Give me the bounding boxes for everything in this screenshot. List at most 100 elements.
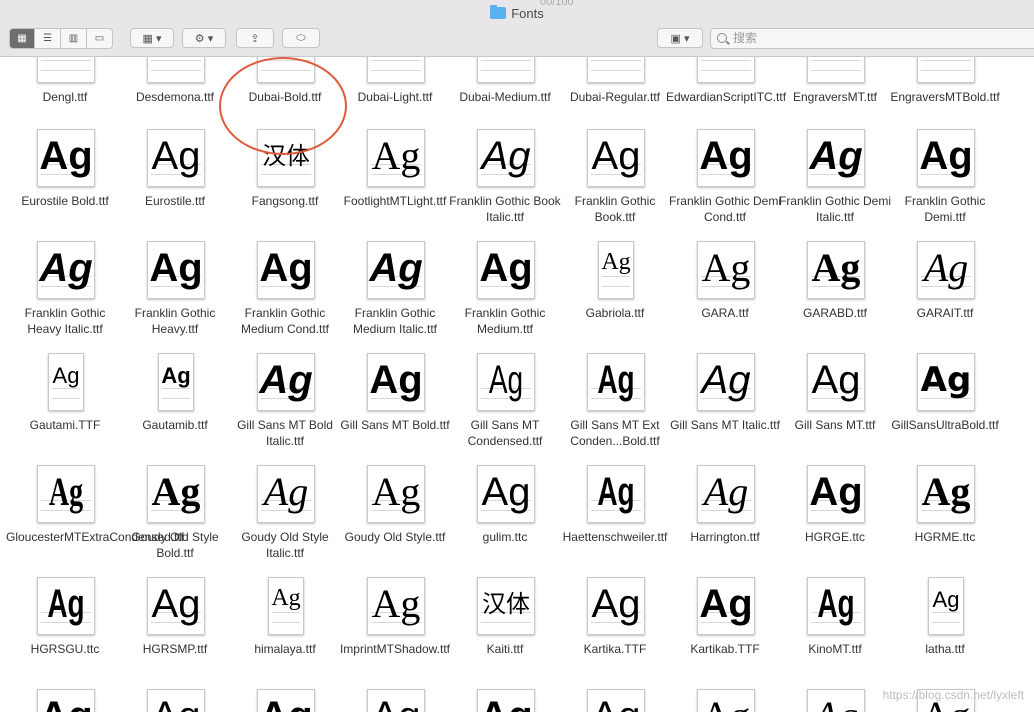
baseline-guide bbox=[371, 60, 421, 61]
font-preview-thumbnail: Ag bbox=[807, 577, 865, 635]
font-file-name: Kaiti.ttf bbox=[486, 642, 524, 656]
font-preview-thumbnail: Ag bbox=[147, 577, 205, 635]
font-preview-thumbnail: Ag bbox=[807, 689, 865, 712]
font-preview-glyph: Ag bbox=[259, 358, 313, 402]
font-preview-glyph: Ag bbox=[368, 690, 424, 712]
font-preview-thumbnail: Ag bbox=[367, 465, 425, 523]
font-file-name: Harrington.ttf bbox=[690, 530, 760, 544]
font-preview-glyph: Ag bbox=[259, 246, 313, 290]
group-button[interactable]: ▦ ▾ bbox=[130, 28, 174, 48]
view-switcher[interactable]: ▦ ☰ ▥ ▭ bbox=[9, 28, 113, 49]
font-preview-thumbnail: Ag bbox=[268, 577, 304, 635]
font-preview-thumbnail: Ag bbox=[917, 465, 975, 523]
font-preview-thumbnail: Ag bbox=[697, 353, 755, 411]
font-preview-thumbnail: Ag bbox=[917, 353, 975, 411]
font-preview-glyph: Ag bbox=[932, 587, 960, 612]
font-preview-glyph: Ag bbox=[39, 134, 93, 178]
font-preview-glyph: Ag bbox=[149, 246, 203, 290]
window-title: Fonts bbox=[0, 5, 1034, 21]
baseline-guide bbox=[261, 70, 311, 71]
font-preview-glyph: Ag bbox=[271, 585, 301, 611]
chevron-down-icon: ▾ bbox=[155, 32, 162, 45]
font-file-name: Goudy Old Style.ttf bbox=[344, 530, 446, 544]
font-preview-glyph: Ag bbox=[371, 133, 421, 178]
font-file-name: Goudy Old Style Bold.ttf bbox=[131, 530, 219, 560]
watermark: https://blog.csdn.net/lyxleft bbox=[882, 688, 1024, 702]
font-file-name: himalaya.ttf bbox=[254, 642, 316, 656]
font-file-name: EdwardianScriptITC.ttf bbox=[666, 90, 787, 104]
font-preview-thumbnail: Ag bbox=[477, 241, 535, 299]
grid-icon: ▦ bbox=[142, 32, 153, 45]
font-preview-glyph: Ag bbox=[39, 246, 93, 290]
gear-icon: ⚙ bbox=[194, 32, 205, 45]
column-view-button[interactable]: ▥ bbox=[61, 28, 87, 49]
font-preview-thumbnail: Ag bbox=[477, 353, 535, 411]
font-preview-thumbnail: 汉体 bbox=[477, 577, 535, 635]
font-preview-thumbnail: Ag bbox=[257, 353, 315, 411]
font-preview-thumbnail: Ag bbox=[257, 241, 315, 299]
font-preview-thumbnail: Ag bbox=[917, 129, 975, 187]
baseline-guide bbox=[481, 60, 531, 61]
font-preview-thumbnail: Ag bbox=[367, 129, 425, 187]
share-icon: ⇪ bbox=[250, 32, 260, 45]
font-file-name: Dubai-Light.ttf bbox=[357, 90, 433, 104]
font-preview-glyph: Ag bbox=[48, 469, 84, 514]
font-file-name: Gill Sans MT Condensed.ttf bbox=[467, 418, 543, 448]
font-preview-glyph: Ag bbox=[809, 470, 863, 514]
dropbox-button[interactable]: ▣ ▾ bbox=[657, 28, 703, 48]
font-preview-glyph: Ag bbox=[369, 358, 423, 402]
baseline-guide bbox=[371, 70, 421, 71]
font-preview-glyph: Ag bbox=[488, 358, 524, 402]
font-preview-thumbnail: 汉体 bbox=[257, 129, 315, 187]
font-preview-thumbnail: Ag bbox=[257, 689, 315, 712]
baseline-guide bbox=[261, 60, 311, 61]
font-file-name: GARA.ttf bbox=[701, 306, 749, 320]
baseline-guide bbox=[701, 70, 751, 71]
font-file-name: Gill Sans MT Bold.ttf bbox=[340, 418, 450, 432]
font-preview-thumbnail: Ag bbox=[598, 241, 634, 299]
font-preview-glyph: Ag bbox=[699, 582, 753, 626]
font-file-name: GARABD.ttf bbox=[802, 306, 867, 320]
search-placeholder: 搜索 bbox=[733, 31, 758, 45]
gallery-view-button[interactable]: ▭ bbox=[87, 28, 113, 49]
font-preview-glyph: Ag bbox=[591, 582, 641, 626]
font-preview-glyph: Ag bbox=[701, 358, 751, 402]
window-titlebar: 00/100 Fonts bbox=[0, 0, 1034, 28]
font-file-name: Goudy Old Style Italic.ttf bbox=[241, 530, 329, 560]
font-preview-thumbnail: Ag bbox=[367, 353, 425, 411]
font-preview-glyph: Ag bbox=[47, 582, 85, 626]
baseline-guide bbox=[701, 60, 751, 61]
font-preview-glyph: Ag bbox=[371, 469, 421, 514]
font-file-name: GARAIT.ttf bbox=[916, 306, 974, 320]
font-preview-glyph: Ag bbox=[371, 581, 421, 626]
tag-button[interactable]: ⬭ bbox=[282, 28, 320, 48]
font-preview-glyph: Ag bbox=[817, 582, 855, 626]
share-button[interactable]: ⇪ bbox=[236, 28, 274, 48]
font-preview-thumbnail bbox=[697, 57, 755, 83]
baseline-guide bbox=[52, 398, 80, 399]
font-file-name: GloucesterMTExtraCondensed.ttf bbox=[6, 530, 185, 544]
font-preview-thumbnail: Ag bbox=[37, 689, 95, 712]
font-preview-thumbnail: Ag bbox=[367, 241, 425, 299]
font-file-name: Haettenschweiler.ttf bbox=[562, 530, 668, 544]
chevron-down-icon: ▾ bbox=[207, 32, 214, 45]
font-file-name: Gabriola.ttf bbox=[585, 306, 645, 320]
font-preview-glyph: Ag bbox=[701, 245, 751, 290]
baseline-guide bbox=[41, 60, 91, 61]
search-field[interactable]: 搜索 bbox=[710, 28, 1034, 49]
font-preview-glyph: Ag bbox=[151, 134, 201, 178]
font-file-name: Dubai-Medium.ttf bbox=[459, 90, 551, 104]
file-grid: Dengl.ttf Desdemona.ttf Dubai-Bold.ttf Duba… bbox=[0, 57, 1034, 712]
font-file-name: Desdemona.ttf bbox=[135, 90, 215, 104]
font-preview-glyph: Ag bbox=[808, 690, 864, 712]
list-view-button[interactable]: ☰ bbox=[35, 28, 61, 49]
icon-view-button[interactable]: ▦ bbox=[9, 28, 35, 49]
font-file-name: Franklin Gothic Heavy.ttf bbox=[134, 306, 216, 336]
font-preview-thumbnail: Ag bbox=[807, 353, 865, 411]
font-preview-glyph: Ag bbox=[161, 363, 191, 388]
font-preview-thumbnail: Ag bbox=[807, 241, 865, 299]
action-button[interactable]: ⚙ ▾ bbox=[182, 28, 226, 48]
font-file-name: Franklin Gothic Medium Italic.ttf bbox=[352, 306, 438, 336]
font-file-name: Eurostile.ttf bbox=[144, 194, 206, 208]
font-preview-glyph: Ag bbox=[148, 690, 204, 712]
